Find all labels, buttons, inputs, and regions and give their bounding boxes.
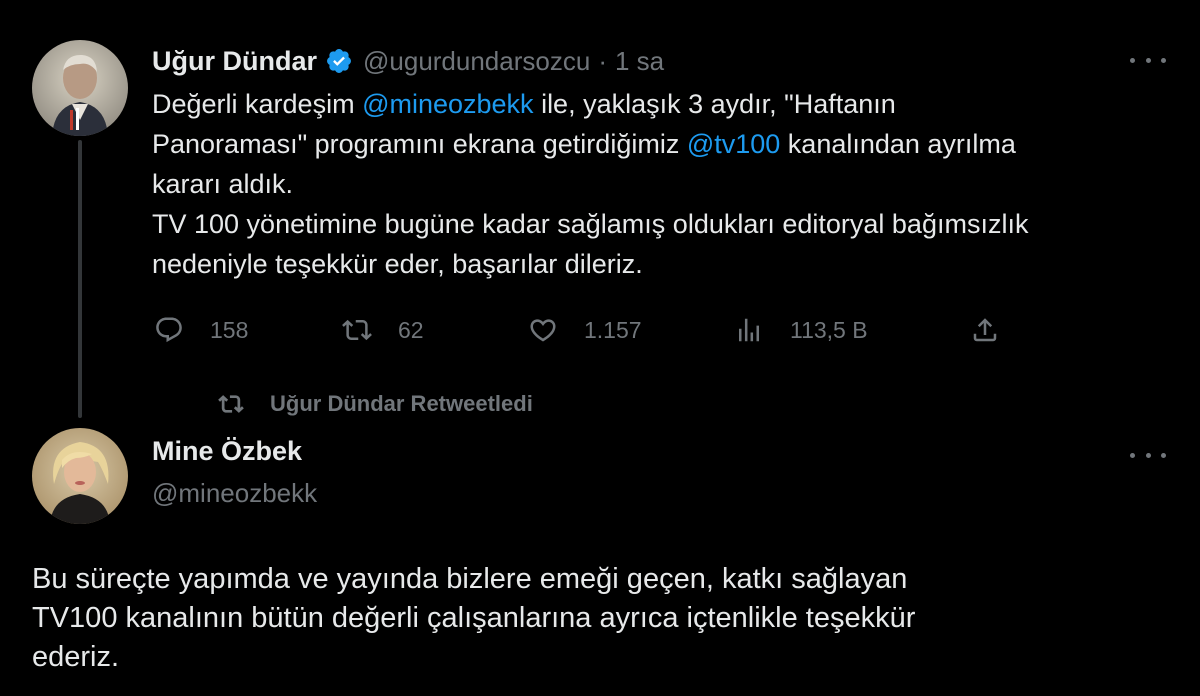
tweet1-line: TV 100 yönetimine bugüne kadar sağlamış … bbox=[152, 209, 1029, 239]
mention-link-tv100[interactable]: @tv100 bbox=[687, 129, 780, 159]
thread-connector-line bbox=[78, 140, 82, 418]
text-segment: Değerli kardeşim bbox=[152, 89, 363, 119]
reply-icon bbox=[156, 317, 182, 343]
tweet1-action-bar: 158 62 1.157 113,5 B bbox=[152, 312, 1012, 348]
reply-button[interactable]: 158 bbox=[154, 312, 248, 348]
more-icon[interactable] bbox=[1130, 443, 1166, 467]
views-icon bbox=[739, 318, 759, 342]
avatar-ugur-dundar[interactable] bbox=[32, 40, 128, 136]
tweet1-timestamp[interactable]: 1 sa bbox=[615, 46, 664, 77]
tweet2-line: Bu süreçte yapımda ve yayında bizlere em… bbox=[32, 563, 908, 595]
verified-badge-icon bbox=[325, 47, 353, 75]
tweet1-line: Değerli kardeşim @mineozbekk ile, yaklaş… bbox=[152, 84, 1162, 124]
retweeted-by-note[interactable]: Uğur Dündar Retweetledi bbox=[218, 388, 533, 420]
heart-icon bbox=[530, 319, 556, 342]
tweet2-line: TV100 kanalının bütün değerli çalışanlar… bbox=[32, 602, 916, 634]
share-icon bbox=[973, 318, 997, 342]
share-button[interactable] bbox=[970, 312, 1000, 348]
more-icon[interactable] bbox=[1130, 48, 1166, 72]
tweet1-line: Panoraması" programını ekrana getirdiğim… bbox=[152, 124, 1162, 164]
tweet1-text: Değerli kardeşim @mineozbekk ile, yaklaş… bbox=[152, 84, 1162, 284]
retweet-icon bbox=[218, 395, 244, 413]
tweet1-header: Uğur Dündar @ugurdundarsozcu · 1 sa bbox=[152, 44, 664, 78]
like-button[interactable]: 1.157 bbox=[528, 312, 642, 348]
views-count: 113,5 B bbox=[790, 316, 868, 343]
views-button[interactable]: 113,5 B bbox=[734, 312, 868, 348]
tweet2-text: Bu süreçte yapımda ve yayında bizlere em… bbox=[32, 560, 1172, 677]
avatar-mine-ozbek[interactable] bbox=[32, 428, 128, 524]
retweet-icon bbox=[342, 319, 372, 341]
reply-count: 158 bbox=[210, 316, 249, 343]
retweet-button[interactable]: 62 bbox=[342, 312, 424, 348]
text-segment: ile, yaklaşık 3 aydır, "Haftanın bbox=[533, 89, 896, 119]
text-segment: kanalından ayrılma bbox=[780, 129, 1016, 159]
tweet2-handle[interactable]: @mineozbekk bbox=[152, 478, 317, 509]
retweet-count: 62 bbox=[398, 316, 424, 343]
mention-link-mineozbekk[interactable]: @mineozbekk bbox=[362, 89, 533, 119]
like-count: 1.157 bbox=[584, 316, 642, 343]
separator-dot: · bbox=[598, 45, 607, 76]
tweet1-handle[interactable]: @ugurdundarsozcu bbox=[363, 46, 590, 77]
tweet1-line: nedeniyle teşekkür eder, başarılar diler… bbox=[152, 249, 643, 279]
retweeted-by-label: Uğur Dündar Retweetledi bbox=[270, 391, 533, 416]
text-segment: Panoraması" programını ekrana getirdiğim… bbox=[152, 129, 687, 159]
tweet2-line: ederiz. bbox=[32, 641, 120, 673]
tweet1-line: kararı aldık. bbox=[152, 169, 294, 199]
tweet1-author-name[interactable]: Uğur Dündar bbox=[152, 46, 317, 77]
tweet2-author-name[interactable]: Mine Özbek bbox=[152, 436, 302, 467]
